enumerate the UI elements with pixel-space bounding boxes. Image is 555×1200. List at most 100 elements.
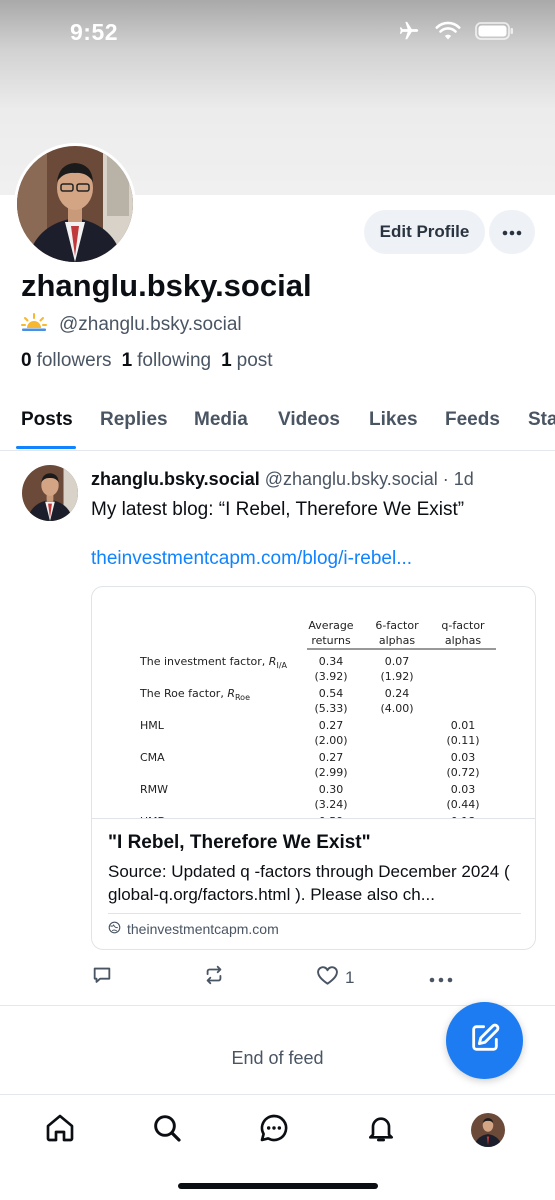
table-row-label-text: HML (140, 719, 165, 732)
table-cell: (4.00) (380, 702, 413, 715)
table-cell: 0.30 (319, 783, 344, 796)
nav-home[interactable] (43, 1113, 77, 1147)
tab-starter-packs[interactable]: Sta (528, 409, 555, 431)
link-preview-card[interactable]: Average returns 6-factor alphas q-factor… (91, 586, 536, 950)
posts-label: post (236, 350, 273, 371)
table-row-label-text: UMD (140, 815, 166, 819)
tab-posts[interactable]: Posts (21, 409, 73, 431)
table-row-symbol: R (269, 655, 277, 668)
table-cell: 0.03 (451, 783, 476, 796)
following-label: following (137, 350, 212, 371)
table-cell: (0.11) (446, 734, 479, 747)
ellipsis-icon (502, 223, 522, 241)
followers-count: 0 (21, 350, 32, 371)
post-author-avatar[interactable] (22, 465, 78, 521)
col-header-q-1: q-factor (441, 619, 485, 632)
tab-likes[interactable]: Likes (369, 409, 418, 431)
nav-search[interactable] (150, 1113, 184, 1147)
edit-profile-button[interactable]: Edit Profile (364, 210, 485, 254)
table-row-label: The investment factor, RI/A (139, 655, 288, 670)
profile-avatar-icon (471, 1113, 505, 1147)
post-header: zhanglu.bsky.social @zhanglu.bsky.social… (91, 469, 474, 490)
table-cell: (2.99) (314, 766, 347, 779)
col-header-avg-1: Average (308, 619, 353, 632)
tab-media[interactable]: Media (194, 409, 248, 431)
table-cell: 0.27 (319, 719, 344, 732)
table-cell: (3.92) (314, 670, 347, 683)
repost-button[interactable] (203, 964, 225, 991)
posts-stat: 1 post (221, 350, 273, 372)
table-cell: (5.33) (314, 702, 347, 715)
table-cell: 0.27 (319, 751, 344, 764)
profile-more-button[interactable] (489, 210, 535, 254)
compose-post-button[interactable] (446, 1002, 523, 1079)
active-tab-indicator (16, 446, 76, 449)
table-row-label: CMA (140, 751, 165, 764)
table-row-subscript: Roe (235, 693, 250, 702)
like-button[interactable]: 1 (316, 964, 354, 991)
following-count: 1 (121, 350, 133, 371)
ellipsis-icon (429, 968, 453, 988)
followers-stat[interactable]: 0 followers (21, 350, 112, 372)
tab-videos[interactable]: Videos (278, 409, 340, 431)
table-cell: (0.44) (446, 798, 479, 811)
table-row-label-text: The investment factor, (139, 655, 269, 668)
airplane-mode-icon (397, 20, 421, 47)
post-actions: 1 (0, 964, 555, 988)
following-stat[interactable]: 1 following (122, 350, 212, 372)
table-cell: 0.24 (385, 687, 410, 700)
table-cell: 0.59 (319, 815, 344, 819)
chat-bubble-icon (258, 1112, 290, 1149)
card-divider (108, 913, 521, 914)
table-cell: 0.07 (385, 655, 410, 668)
profile-stats: 0 followers 1 following 1 post (21, 350, 273, 372)
battery-icon (475, 21, 515, 46)
profile-display-name: zhanglu.bsky.social (21, 268, 312, 303)
post-author-handle[interactable]: @zhanglu.bsky.social (265, 469, 438, 489)
col-header-six-2: alphas (379, 634, 415, 647)
post-text: My latest blog: “I Rebel, Therefore We E… (91, 499, 465, 520)
followers-label: followers (36, 350, 112, 371)
tab-replies[interactable]: Replies (100, 409, 168, 431)
like-count: 1 (345, 967, 355, 987)
table-cell: 0.03 (451, 751, 476, 764)
profile-avatar[interactable] (14, 143, 136, 265)
link-preview-domain-row: theinvestmentcapm.com (108, 921, 279, 937)
reply-button[interactable] (91, 964, 113, 991)
nav-notifications[interactable] (364, 1113, 398, 1147)
wifi-icon (435, 21, 461, 46)
globe-icon (108, 921, 121, 937)
table-row-label: The Roe factor, RRoe (139, 687, 250, 702)
profile-tabs: Posts Replies Media Videos Likes Feeds S… (0, 395, 555, 451)
col-header-q-2: alphas (445, 634, 481, 647)
repost-icon (203, 964, 225, 991)
profile-handle: @zhanglu.bsky.social (59, 314, 242, 335)
home-icon (44, 1112, 76, 1149)
post-more-button[interactable] (429, 968, 453, 988)
table-cell: 0.01 (451, 719, 476, 732)
compose-pencil-icon (468, 1021, 502, 1060)
link-preview-domain: theinvestmentcapm.com (127, 921, 279, 937)
col-header-six-1: 6-factor (375, 619, 419, 632)
table-row-label-text: RMW (140, 783, 168, 796)
table-cell: (1.92) (380, 670, 413, 683)
table-row-label-text: CMA (140, 751, 165, 764)
table-cell: 0.18 (451, 815, 476, 819)
post-author-name[interactable]: zhanglu.bsky.social (91, 469, 260, 489)
nav-profile[interactable] (471, 1113, 505, 1147)
link-preview-image: Average returns 6-factor alphas q-factor… (92, 587, 535, 819)
nav-messages[interactable] (257, 1113, 291, 1147)
table-cell: 0.54 (319, 687, 344, 700)
post-timestamp[interactable]: · 1d (443, 469, 474, 489)
home-indicator (178, 1183, 378, 1189)
status-icons (397, 20, 515, 47)
link-preview-title: "I Rebel, Therefore We Exist" (108, 832, 371, 853)
post-link[interactable]: theinvestmentcapm.com/blog/i-rebel... (91, 548, 412, 570)
table-row-symbol: R (227, 687, 235, 700)
tab-feeds[interactable]: Feeds (445, 409, 500, 431)
table-row-label: UMD (140, 815, 166, 819)
table-cell: (0.72) (446, 766, 479, 779)
table-cell: (2.00) (314, 734, 347, 747)
posts-count: 1 (221, 350, 232, 371)
profile-handle-row: @zhanglu.bsky.social (21, 312, 242, 338)
